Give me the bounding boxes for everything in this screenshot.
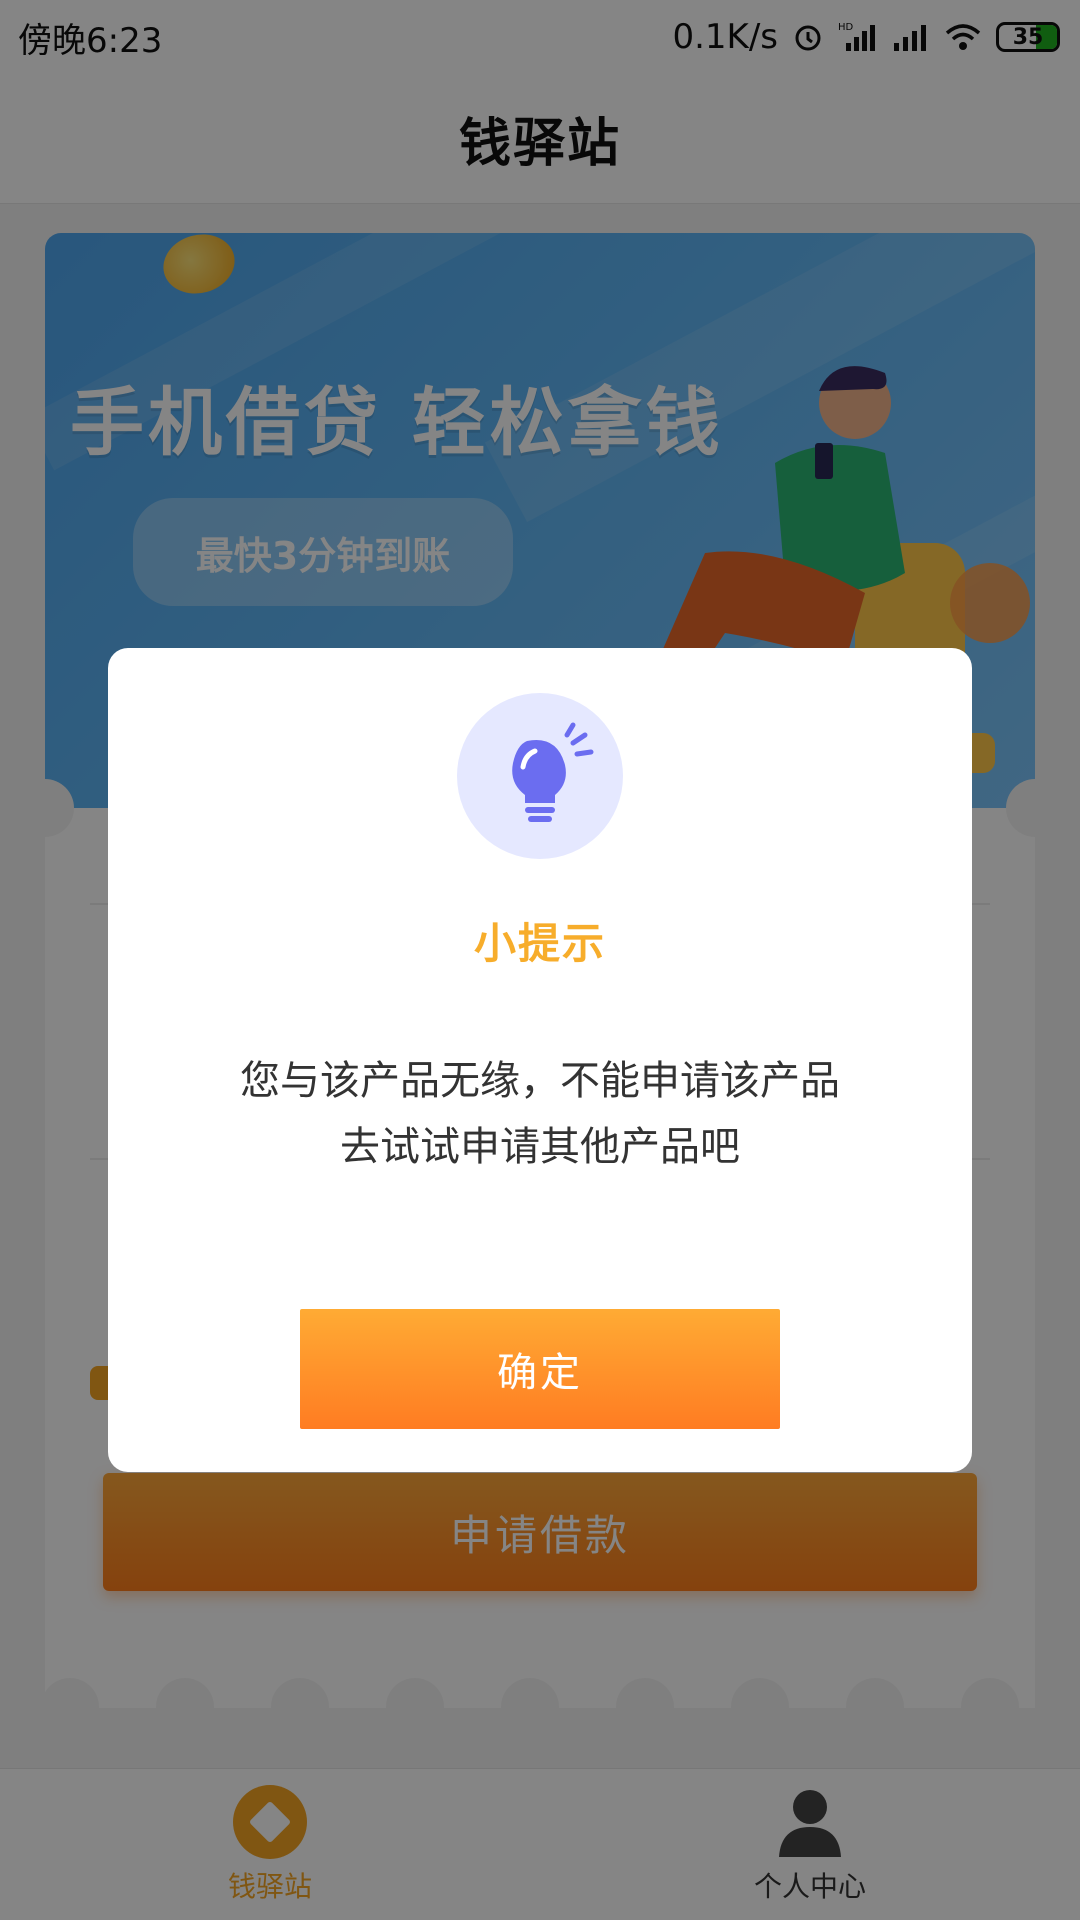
confirm-button[interactable]: 确定 — [300, 1309, 780, 1429]
app-screen: 傍晚6:23 0.1K/s HD 35 钱驿站 手机借贷 轻松拿钱 最快3分钟到… — [0, 0, 1080, 1920]
dialog-title: 小提示 — [473, 919, 606, 968]
tip-dialog: 小提示 您与该产品无缘，不能申请该产品 去试试申请其他产品吧 确定 — [108, 648, 972, 1472]
dialog-message-line: 您与该产品无缘，不能申请该产品 — [240, 1058, 840, 1104]
dialog-message: 您与该产品无缘，不能申请该产品 去试试申请其他产品吧 — [148, 1048, 932, 1180]
dialog-message-line: 去试试申请其他产品吧 — [340, 1124, 740, 1170]
lightbulb-icon — [457, 693, 623, 859]
